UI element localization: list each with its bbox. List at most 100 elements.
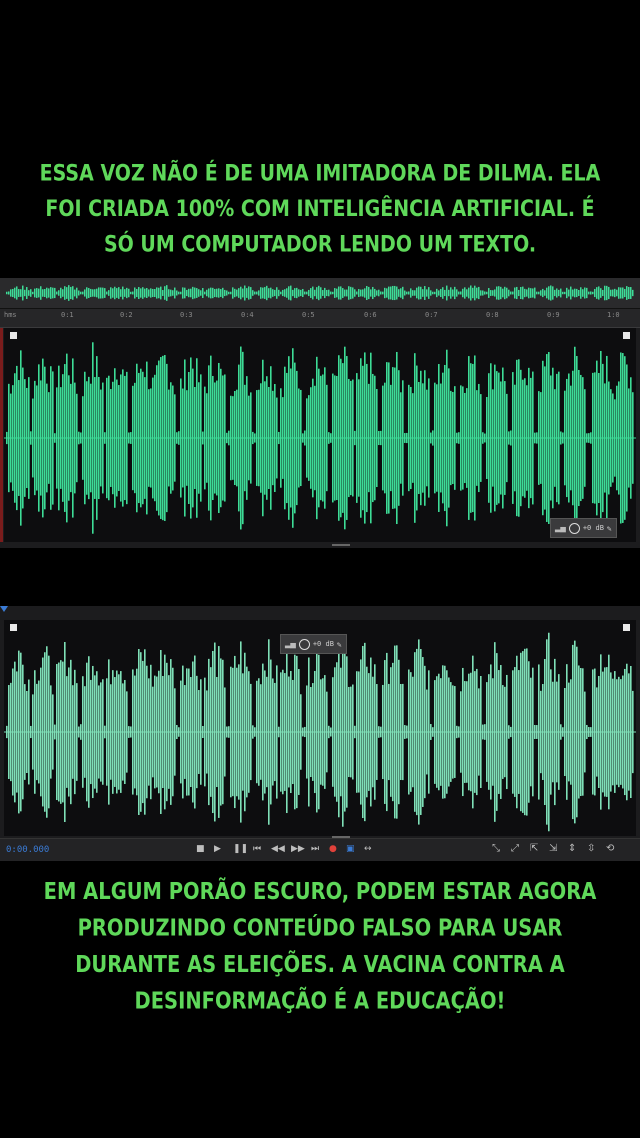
waveform-bar [408, 384, 410, 492]
zoom-reset-icon[interactable]: ⟲ [606, 843, 614, 855]
overview-bar [136, 288, 138, 298]
waveform-bar [530, 377, 532, 499]
waveform-bar [72, 358, 74, 518]
shuttle-icon[interactable]: ↔ [364, 843, 372, 855]
waveform-bar [372, 373, 374, 503]
waveform-bar [346, 656, 348, 808]
fade-in-handle[interactable] [10, 332, 17, 339]
waveform-bar [32, 694, 34, 770]
waveform-bar [262, 663, 264, 801]
waveform-bar [378, 430, 380, 446]
level-hud[interactable]: ▂▄ +0 dB ✎ [550, 518, 617, 538]
overview-waveform [6, 285, 634, 301]
waveform-bar [160, 357, 162, 519]
waveform-bar [22, 664, 24, 800]
fade-in-handle[interactable] [10, 624, 17, 631]
waveform-bar [220, 658, 222, 806]
fast-forward-icon[interactable]: ▶▶ [291, 843, 305, 855]
waveform-bar [462, 667, 464, 797]
waveform-bar [394, 645, 396, 819]
waveform-bar [56, 663, 58, 801]
stop-icon[interactable]: ■ [196, 843, 205, 855]
waveform-bar [508, 725, 510, 739]
waveform-bar [310, 387, 312, 489]
zoom-selection-icon[interactable]: ⇲ [549, 843, 557, 855]
skip-start-icon[interactable]: ⏮ [253, 843, 261, 855]
overview-strip[interactable] [0, 278, 640, 309]
overview-bar [110, 287, 112, 299]
waveform-bar [186, 668, 188, 796]
waveform-bar [534, 432, 536, 444]
overview-bar [412, 290, 414, 296]
play-icon[interactable]: ▶ [214, 843, 221, 855]
overview-bar [450, 287, 452, 299]
edit-icon[interactable]: ✎ [607, 524, 612, 533]
zoom-out-icon[interactable]: ⤢ [511, 843, 519, 855]
waveform-bar [482, 432, 484, 444]
waveform-bar [78, 726, 80, 738]
waveform-bar [510, 430, 512, 446]
overview-bar [268, 288, 270, 298]
rewind-icon[interactable]: ◀◀ [271, 843, 285, 855]
overview-bar [364, 288, 366, 298]
pause-icon[interactable]: ❚❚ [233, 843, 248, 855]
overview-bar [540, 290, 542, 296]
waveform-bar [336, 375, 338, 501]
overview-bar [38, 288, 40, 298]
overview-bar [406, 291, 408, 295]
waveform-bar [588, 727, 590, 737]
fade-out-handle[interactable] [623, 332, 630, 339]
waveform-bar [354, 725, 356, 739]
skip-end-icon[interactable]: ⏭ [311, 843, 319, 855]
overview-bar [462, 288, 464, 298]
waveform-bar [210, 355, 212, 521]
record-icon[interactable]: ● [329, 843, 337, 855]
waveform-bar [576, 646, 578, 818]
overview-bar [80, 291, 82, 295]
waveform-bar [190, 676, 192, 788]
zoom-vertical-out-icon[interactable]: ⇳ [587, 843, 595, 855]
overview-bar [620, 287, 622, 299]
waveform-bar [554, 658, 556, 806]
waveform-bar [388, 683, 390, 781]
gain-knob-icon[interactable] [298, 638, 310, 650]
loop-icon[interactable]: ▣ [346, 843, 355, 855]
zoom-vertical-in-icon[interactable]: ⇕ [568, 843, 576, 855]
waveform-bar [64, 364, 66, 512]
overview-bar [114, 286, 116, 300]
overview-bar [448, 289, 450, 297]
playhead-marker[interactable] [0, 606, 8, 612]
edit-icon[interactable]: ✎ [337, 640, 342, 649]
overview-bar [290, 285, 292, 301]
waveform-bar [600, 350, 602, 526]
waveform-bar [438, 364, 440, 512]
zoom-full-icon[interactable]: ⇱ [530, 843, 538, 855]
waveform-bar [402, 683, 404, 781]
level-hud[interactable]: ▂▄ +0 dB ✎ [280, 634, 347, 654]
waveform-display[interactable]: ▂▄ +0 dB ✎ [4, 620, 636, 836]
waveform-bar [588, 433, 590, 443]
overview-bar [234, 288, 236, 298]
waveform-bar [500, 665, 502, 799]
waveform-bar [54, 433, 56, 443]
waveform-bar [172, 667, 174, 797]
overview-bar [518, 289, 520, 297]
scroll-grip[interactable] [332, 544, 350, 546]
waveform-bar [180, 680, 182, 784]
time-ruler[interactable]: hms 0:1 0:2 0:3 0:4 0:5 0:6 0:7 0:8 0:9 … [0, 309, 640, 328]
waveform-bar [458, 726, 460, 738]
fade-out-handle[interactable] [623, 624, 630, 631]
waveform-bar [444, 665, 446, 799]
gain-knob-icon[interactable] [568, 522, 580, 534]
overview-bar [70, 286, 72, 300]
waveform-display[interactable]: ▂▄ +0 dB ✎ [4, 328, 636, 542]
overview-bar [156, 287, 158, 299]
waveform-bar [630, 377, 632, 499]
waveform-bar [562, 727, 564, 737]
waveform-bar [514, 667, 516, 797]
waveform-bar [26, 387, 28, 489]
waveform-bar [304, 430, 306, 446]
zoom-in-icon[interactable]: ⤡ [492, 843, 500, 855]
caption-line: DURANTE AS ELEIÇÕES. A VACINA CONTRA A [75, 950, 565, 978]
overview-bar [526, 289, 528, 297]
